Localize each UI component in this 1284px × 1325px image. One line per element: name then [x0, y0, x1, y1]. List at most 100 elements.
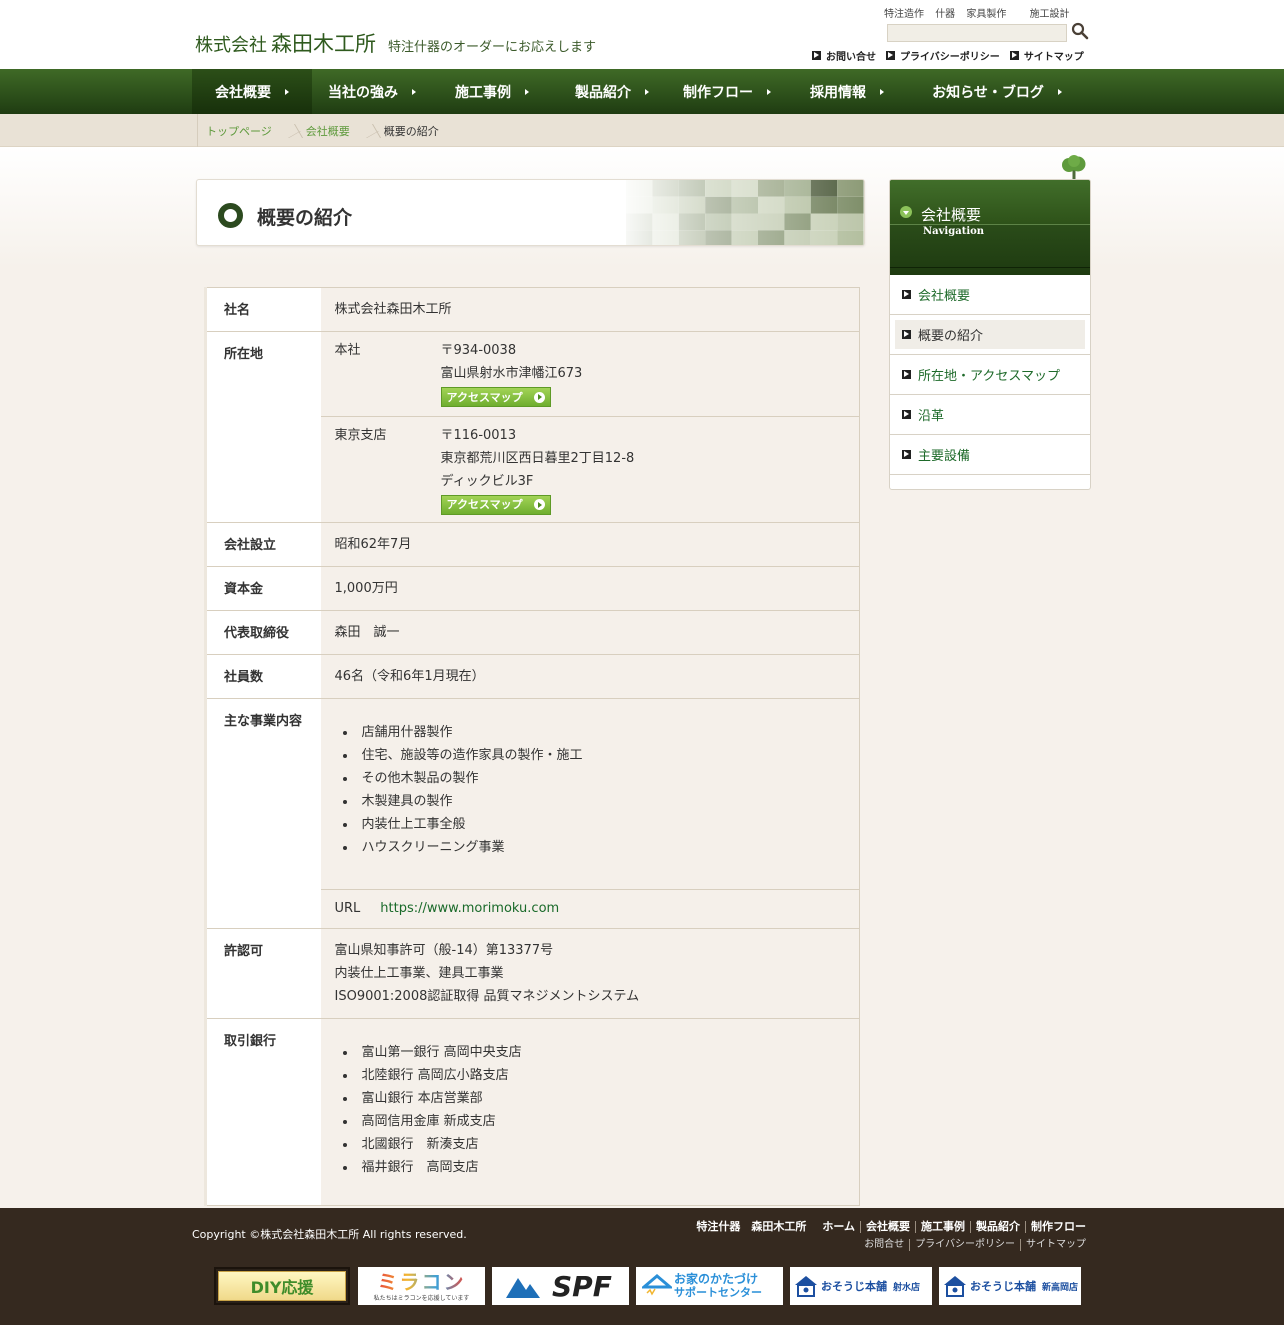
- banner-katazuke[interactable]: お家のかたづけ サポートセンター: [636, 1267, 783, 1305]
- table-row: 許認可 富山県知事許可（般-14）第13377号 内装仕上工事業、建具工事業 I…: [204, 928, 860, 1019]
- arrow-icon: [902, 290, 911, 299]
- footer-link-works[interactable]: 施工事例: [915, 1221, 970, 1233]
- banner-katazuke-top: お家のかたづけ: [674, 1272, 759, 1286]
- breadcrumb-current: 概要の紹介: [383, 124, 439, 138]
- gnav-item-recruit[interactable]: 採用情報: [782, 69, 912, 114]
- table-row: 代表取締役 森田 誠一: [204, 610, 860, 655]
- arrow-icon: [1009, 51, 1019, 60]
- house-icon: [642, 1274, 672, 1296]
- list-item: 福井銀行 高岡支店: [342, 1156, 846, 1179]
- banner-miracon[interactable]: ミラコン 私たちはミラコンを応援しています: [358, 1267, 485, 1305]
- business-cell: 店舗用什器製作 住宅、施設等の造作家具の製作・施工 その他木製品の製作 木製建具…: [320, 698, 860, 929]
- sidebar-subtitle: Navigation: [923, 226, 985, 237]
- sidebar-item-label: 所在地・アクセスマップ: [918, 369, 1060, 384]
- breadcrumb-separator: [362, 121, 372, 141]
- arrow-icon: [886, 51, 895, 60]
- banner-osouji-imizu[interactable]: おそうじ本舗 射水店: [790, 1267, 932, 1305]
- location-cell: 本社 〒934-0038 富山県射水市津幡江673 アクセスマップ 東京支店 〒…: [320, 331, 860, 523]
- search-input[interactable]: [887, 24, 1067, 42]
- divider: [320, 889, 859, 890]
- sidebar-item-label: 沿革: [918, 409, 945, 424]
- ceo-value: 森田 誠一: [320, 610, 860, 655]
- list-item: 北國銀行 新湊支店: [342, 1133, 846, 1156]
- sidebar-item-equipment[interactable]: 主要設備: [890, 435, 1090, 475]
- privacy-link[interactable]: プライバシーポリシー: [886, 48, 1000, 63]
- license-line: ISO9001:2008認証取得 品質マネジメントシステム: [334, 989, 640, 1004]
- url-line: URL https://www.morimoku.com: [335, 897, 846, 920]
- list-item: ハウスクリーニング事業: [342, 836, 846, 859]
- founded-value: 昭和62年7月: [320, 522, 860, 567]
- sitemap-link[interactable]: サイトマップ: [1009, 48, 1084, 63]
- keyword: 家具製作: [966, 9, 1007, 20]
- footer-nav-main: 特注什器 森田木工所 ホーム 会社概要 施工事例 製品紹介 制作フロー: [696, 1221, 1086, 1233]
- keyword: 特注造作: [884, 9, 924, 20]
- page-title-box: 概要の紹介: [196, 179, 865, 246]
- triangle-right-icon: [880, 88, 884, 95]
- sidebar-item-access[interactable]: 所在地・アクセスマップ: [890, 355, 1090, 395]
- global-nav: 会社概要 当社の強み 施工事例 製品紹介 制作フロー 採用情報 お知らせ・ブログ: [0, 69, 1284, 114]
- breadcrumb-top[interactable]: トップページ: [206, 123, 272, 139]
- contact-link[interactable]: お問い合せ: [812, 48, 876, 63]
- tokyo-address-lines: 〒116-0013 東京都荒川区西日暮里2丁目12-8 ディックビル3F アクセ…: [440, 424, 634, 517]
- footer-link-flow[interactable]: 制作フロー: [1025, 1221, 1086, 1233]
- gnav-item-strengths[interactable]: 当社の強み: [312, 69, 432, 114]
- map-button-label: アクセスマップ: [446, 498, 523, 511]
- company-url-link[interactable]: https://www.morimoku.com: [380, 901, 559, 916]
- footer-link-privacy[interactable]: プライバシーポリシー: [909, 1239, 1020, 1251]
- sidebar-item-overview[interactable]: 概要の紹介: [890, 315, 1090, 355]
- footer-link-home[interactable]: ホーム: [817, 1221, 860, 1233]
- hq-access-map-button[interactable]: アクセスマップ: [440, 387, 551, 407]
- chevron-down-circle-icon: [900, 206, 912, 218]
- footer-nav-sub: お問合せ プライバシーポリシー サイトマップ: [859, 1239, 1086, 1251]
- list-item: 内装仕上工事全般: [342, 813, 846, 836]
- search-button[interactable]: [1071, 22, 1089, 40]
- hq-label: 本社: [334, 343, 361, 358]
- sidebar-header: 会社概要 Navigation: [890, 180, 1090, 275]
- utility-links: お問い合せ プライバシーポリシー サイトマップ: [812, 48, 1084, 63]
- footer-link-contact[interactable]: お問合せ: [859, 1239, 909, 1251]
- gnav-item-company[interactable]: 会社概要: [192, 69, 312, 114]
- banner-diy-label: DIY応援: [218, 1271, 346, 1301]
- global-nav-list: 会社概要 当社の強み 施工事例 製品紹介 制作フロー 採用情報 お知らせ・ブログ: [192, 69, 1082, 114]
- title-ring-icon: [218, 203, 243, 228]
- gnav-label: 製品紹介: [575, 84, 631, 101]
- footer-link-products[interactable]: 製品紹介: [970, 1221, 1025, 1233]
- gnav-item-flow[interactable]: 制作フロー: [672, 69, 782, 114]
- gnav-item-works[interactable]: 施工事例: [432, 69, 552, 114]
- footer-link-brand[interactable]: 特注什器 森田木工所: [696, 1221, 817, 1233]
- sidebar-item-company[interactable]: 会社概要: [890, 275, 1090, 315]
- mountain-icon: [506, 1278, 540, 1298]
- sidebar-item-history[interactable]: 沿革: [890, 395, 1090, 435]
- keyword: 施工設計: [1029, 9, 1070, 20]
- banner-osouji-shintakaoka[interactable]: おそうじ本舗 新高岡店: [939, 1267, 1081, 1305]
- tokyo-building: ディックビル3F: [440, 473, 534, 489]
- footer-link-sitemap[interactable]: サイトマップ: [1020, 1239, 1086, 1251]
- site-logo[interactable]: 株式会社 森田木工所 特注什器のオーダーにお応えします: [195, 28, 596, 58]
- banner-diy[interactable]: DIY応援: [214, 1267, 350, 1305]
- employees-value: 46名（令和6年1月現在）: [320, 654, 860, 699]
- list-item: 住宅、施設等の造作家具の製作・施工: [342, 744, 846, 767]
- list-item: 北陸銀行 高岡広小路支店: [342, 1064, 846, 1087]
- row-label: 社名: [204, 287, 321, 332]
- list-item: 木製建具の製作: [342, 790, 846, 813]
- url-label: URL: [334, 901, 361, 916]
- company-name-value: 株式会社森田木工所: [320, 287, 860, 332]
- table-row: 取引銀行 富山第一銀行 高岡中央支店 北陸銀行 高岡広小路支店 富山銀行 本店営…: [204, 1018, 860, 1206]
- row-label: 社員数: [204, 654, 321, 699]
- bank-list: 富山第一銀行 高岡中央支店 北陸銀行 高岡広小路支店 富山銀行 本店営業部 高岡…: [335, 1031, 846, 1189]
- banner-katazuke-bottom: サポートセンター: [674, 1286, 762, 1299]
- circle-arrow-icon: [533, 391, 545, 403]
- logo-company-name: 森田木工所: [271, 32, 376, 56]
- footer-link-company[interactable]: 会社概要: [860, 1221, 915, 1233]
- banner-spf[interactable]: SPF: [492, 1267, 629, 1305]
- gnav-label: お知らせ・ブログ: [932, 84, 1044, 101]
- page-title: 概要の紹介: [257, 207, 353, 229]
- gnav-item-news[interactable]: お知らせ・ブログ: [912, 69, 1082, 114]
- gnav-item-products[interactable]: 製品紹介: [552, 69, 672, 114]
- map-button-label: アクセスマップ: [446, 390, 523, 404]
- tokyo-access-map-button[interactable]: アクセスマップ: [440, 494, 551, 515]
- license-line: 富山県知事許可（般-14）第13377号: [334, 943, 554, 958]
- banner-osouji-brand: おそうじ本舗: [970, 1280, 1036, 1293]
- row-label: 許認可: [204, 928, 321, 1019]
- breadcrumb-company[interactable]: 会社概要: [306, 123, 350, 139]
